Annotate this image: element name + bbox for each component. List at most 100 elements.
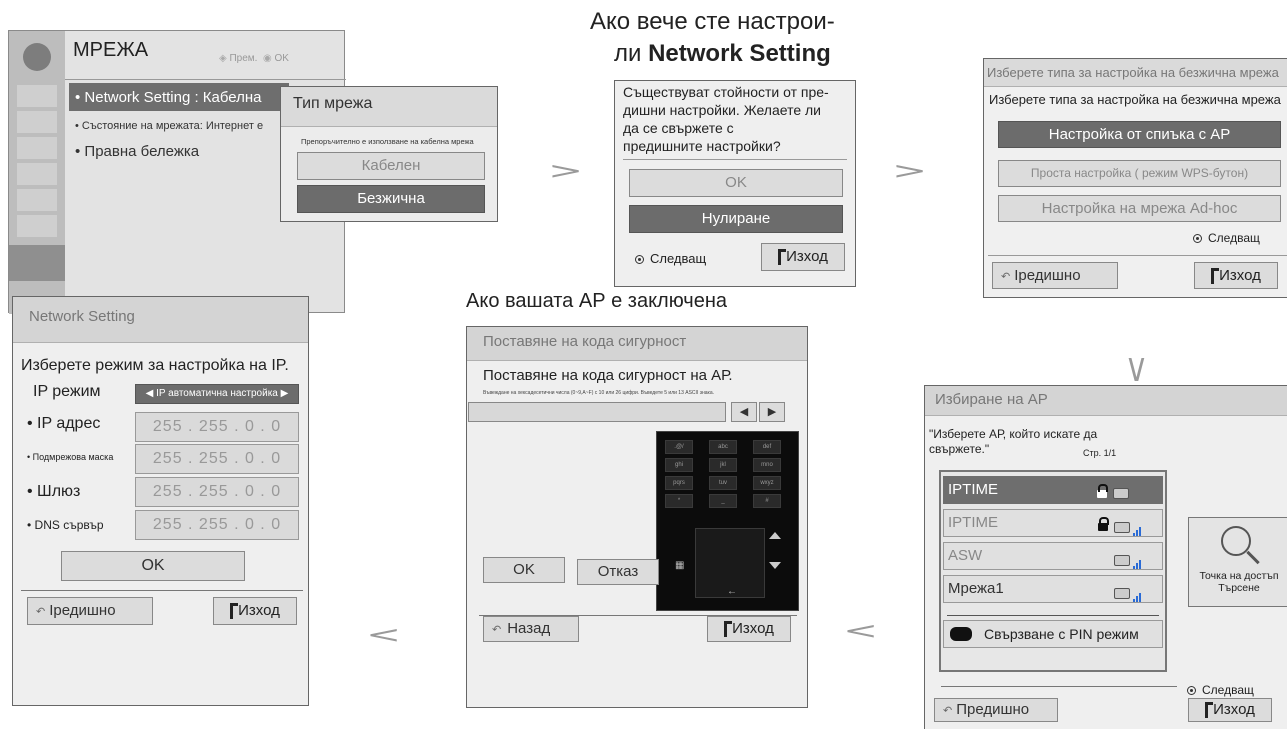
- arrow-down-icon[interactable]: [769, 562, 781, 569]
- chevron-left-icon[interactable]: ◀: [146, 388, 156, 399]
- security-code-hint: Въвеждане на хексадесетични числа (0~9,A…: [483, 390, 715, 396]
- chevron-right-icon[interactable]: ▶: [278, 388, 289, 399]
- reset-button[interactable]: Нулиране: [629, 205, 843, 233]
- wireless-type-header: Изберете типа за настройка на безжична м…: [984, 59, 1287, 87]
- backspace-icon[interactable]: ←: [727, 586, 737, 597]
- ip-settings-dialog: Network Setting Изберете режим за настро…: [12, 296, 309, 706]
- keypad-key[interactable]: wxyz: [753, 476, 781, 490]
- wired-option-button[interactable]: Кабелен: [297, 152, 485, 180]
- back-icon: ↶: [492, 624, 502, 636]
- gateway-field[interactable]: 255 . 255 . 0 . 0: [135, 477, 299, 507]
- clock-icon[interactable]: [17, 163, 57, 185]
- arrow-left-icon: <: [843, 617, 879, 644]
- previous-button[interactable]: ↶ Іредишно: [27, 597, 153, 625]
- picture-icon[interactable]: [17, 85, 57, 107]
- ok-button[interactable]: OK: [483, 557, 565, 583]
- pin-key-icon: [950, 627, 972, 641]
- wifi-signal-icon: [1113, 488, 1129, 500]
- arrow-up-icon[interactable]: [769, 532, 781, 539]
- keypad-key[interactable]: ghi: [665, 458, 693, 472]
- adhoc-setup-button[interactable]: Настройка на мрежа Ad-hoc: [998, 195, 1281, 222]
- keypad-key[interactable]: abc: [709, 440, 737, 454]
- next-hint: Следващ: [1193, 231, 1260, 245]
- menu-item-network-setting[interactable]: • Network Setting : Кабелна: [75, 89, 262, 106]
- network-type-dialog: Тип мрежа Препоръчително е използване на…: [280, 86, 498, 222]
- subnet-mask-field[interactable]: 255 . 255 . 0 . 0: [135, 444, 299, 474]
- lock-icon: [1097, 483, 1108, 498]
- previous-settings-message-1: Съществуват стойности от пре-: [623, 84, 829, 100]
- keypad-key[interactable]: *: [665, 494, 693, 508]
- divider: [21, 590, 303, 591]
- ip-mode-label: IP режим: [33, 383, 101, 400]
- keypad-key[interactable]: _: [709, 494, 737, 508]
- back-icon: ↶: [1001, 271, 1011, 283]
- wps-setup-button[interactable]: Проста настройка ( режим WPS-бутон): [998, 160, 1281, 187]
- cursor-left-button[interactable]: ◀: [731, 402, 757, 422]
- network-type-note: Препоръчително е използване на кабелна м…: [301, 137, 474, 146]
- ip-address-field[interactable]: 255 . 255 . 0 . 0: [135, 412, 299, 442]
- ap-list-setup-button[interactable]: Настройка от спиъка с AP: [998, 121, 1281, 148]
- search-icon-handle: [1246, 550, 1260, 565]
- previous-settings-message-4: предишните настройки?: [623, 138, 781, 154]
- keypad-key[interactable]: #: [753, 494, 781, 508]
- security-code-input[interactable]: [468, 402, 726, 422]
- keypad-key[interactable]: tuv: [709, 476, 737, 490]
- exit-icon: [230, 603, 239, 620]
- ip-settings-instruction: Изберете режим за настройка на IP.: [21, 357, 289, 374]
- ok-button[interactable]: OK: [629, 169, 843, 197]
- calendar-icon[interactable]: [17, 215, 57, 237]
- keypad-key[interactable]: .@/: [665, 440, 693, 454]
- keyboard-mode-icon[interactable]: ▦: [675, 560, 684, 571]
- menu-item-legal-notice[interactable]: • Правна бележка: [75, 143, 199, 160]
- arrow-left-icon: <: [366, 621, 402, 648]
- exit-icon: [778, 249, 787, 266]
- keypad-key[interactable]: pqrs: [665, 476, 693, 490]
- cursor-right-button[interactable]: ▶: [759, 402, 785, 422]
- back-button[interactable]: ↶ Назад: [483, 616, 579, 642]
- ip-address-label: • IP адрес: [27, 415, 101, 432]
- ap-select-dialog: Избиране на АР "Изберете АР, който искат…: [924, 385, 1287, 729]
- previous-button[interactable]: ↶ Предишно: [934, 698, 1058, 722]
- ap-search-button[interactable]: Точка на достъп Търсене: [1188, 517, 1287, 607]
- previous-button[interactable]: ↶ Іредишно: [992, 262, 1118, 289]
- audio-icon[interactable]: [17, 137, 57, 159]
- exit-button[interactable]: Изход: [213, 597, 297, 625]
- page-indicator: Стр. 1/1: [1083, 448, 1117, 458]
- ap-list-item[interactable]: Мрежа1: [943, 575, 1163, 603]
- ap-list-item[interactable]: ASW: [943, 542, 1163, 570]
- wireless-type-subtitle: Изберете типа за настройка на безжична м…: [989, 92, 1281, 107]
- keypad-key[interactable]: mno: [753, 458, 781, 472]
- next-hint: Следващ: [635, 251, 706, 266]
- ip-settings-title: Network Setting: [29, 308, 135, 325]
- signal-bars-icon: [1133, 584, 1142, 602]
- ap-list: IPTIME IPTIME ASW Мрежа1 Свързване с PIN…: [939, 470, 1167, 672]
- ap-list-item[interactable]: IPTIME: [943, 509, 1163, 537]
- ip-mode-selector[interactable]: ◀ IP автоматична настройка ▶: [135, 384, 299, 404]
- security-code-instruction: Поставяне на кода сигурност на АР.: [483, 367, 733, 384]
- signal-bars-icon: [1133, 518, 1142, 536]
- ap-search-label-2: Търсене: [1218, 582, 1260, 594]
- exit-button[interactable]: Изход: [761, 243, 845, 271]
- menu-item-network-status[interactable]: • Състояние на мрежата: Интернет е: [75, 120, 263, 132]
- subnet-mask-label: • Подмрежова маска: [27, 452, 114, 462]
- wifi-signal-icon: [1114, 521, 1130, 533]
- screen-icon[interactable]: [17, 111, 57, 133]
- ap-list-item[interactable]: IPTIME: [943, 476, 1163, 504]
- lock-icon: [1098, 517, 1109, 531]
- exit-button[interactable]: Изход: [1194, 262, 1278, 289]
- network-icon[interactable]: [9, 245, 65, 281]
- cancel-button[interactable]: Отказ: [577, 559, 659, 585]
- keypad-key[interactable]: def: [753, 440, 781, 454]
- globe-icon: [23, 43, 51, 71]
- lock-icon[interactable]: [17, 189, 57, 211]
- ap-select-header: Избиране на АР: [925, 386, 1287, 416]
- ok-button[interactable]: OK: [61, 551, 245, 581]
- keypad-key[interactable]: jkl: [709, 458, 737, 472]
- pin-mode-button[interactable]: Свързване с PIN режим: [943, 620, 1163, 648]
- wireless-option-button[interactable]: Безжична: [297, 185, 485, 213]
- ap-select-instruction-1: "Изберете АР, който искате да: [929, 427, 1098, 441]
- dns-server-field[interactable]: 255 . 255 . 0 . 0: [135, 510, 299, 540]
- exit-button[interactable]: Изход: [1188, 698, 1272, 722]
- exit-button[interactable]: Изход: [707, 616, 791, 642]
- back-icon: ↶: [36, 606, 46, 618]
